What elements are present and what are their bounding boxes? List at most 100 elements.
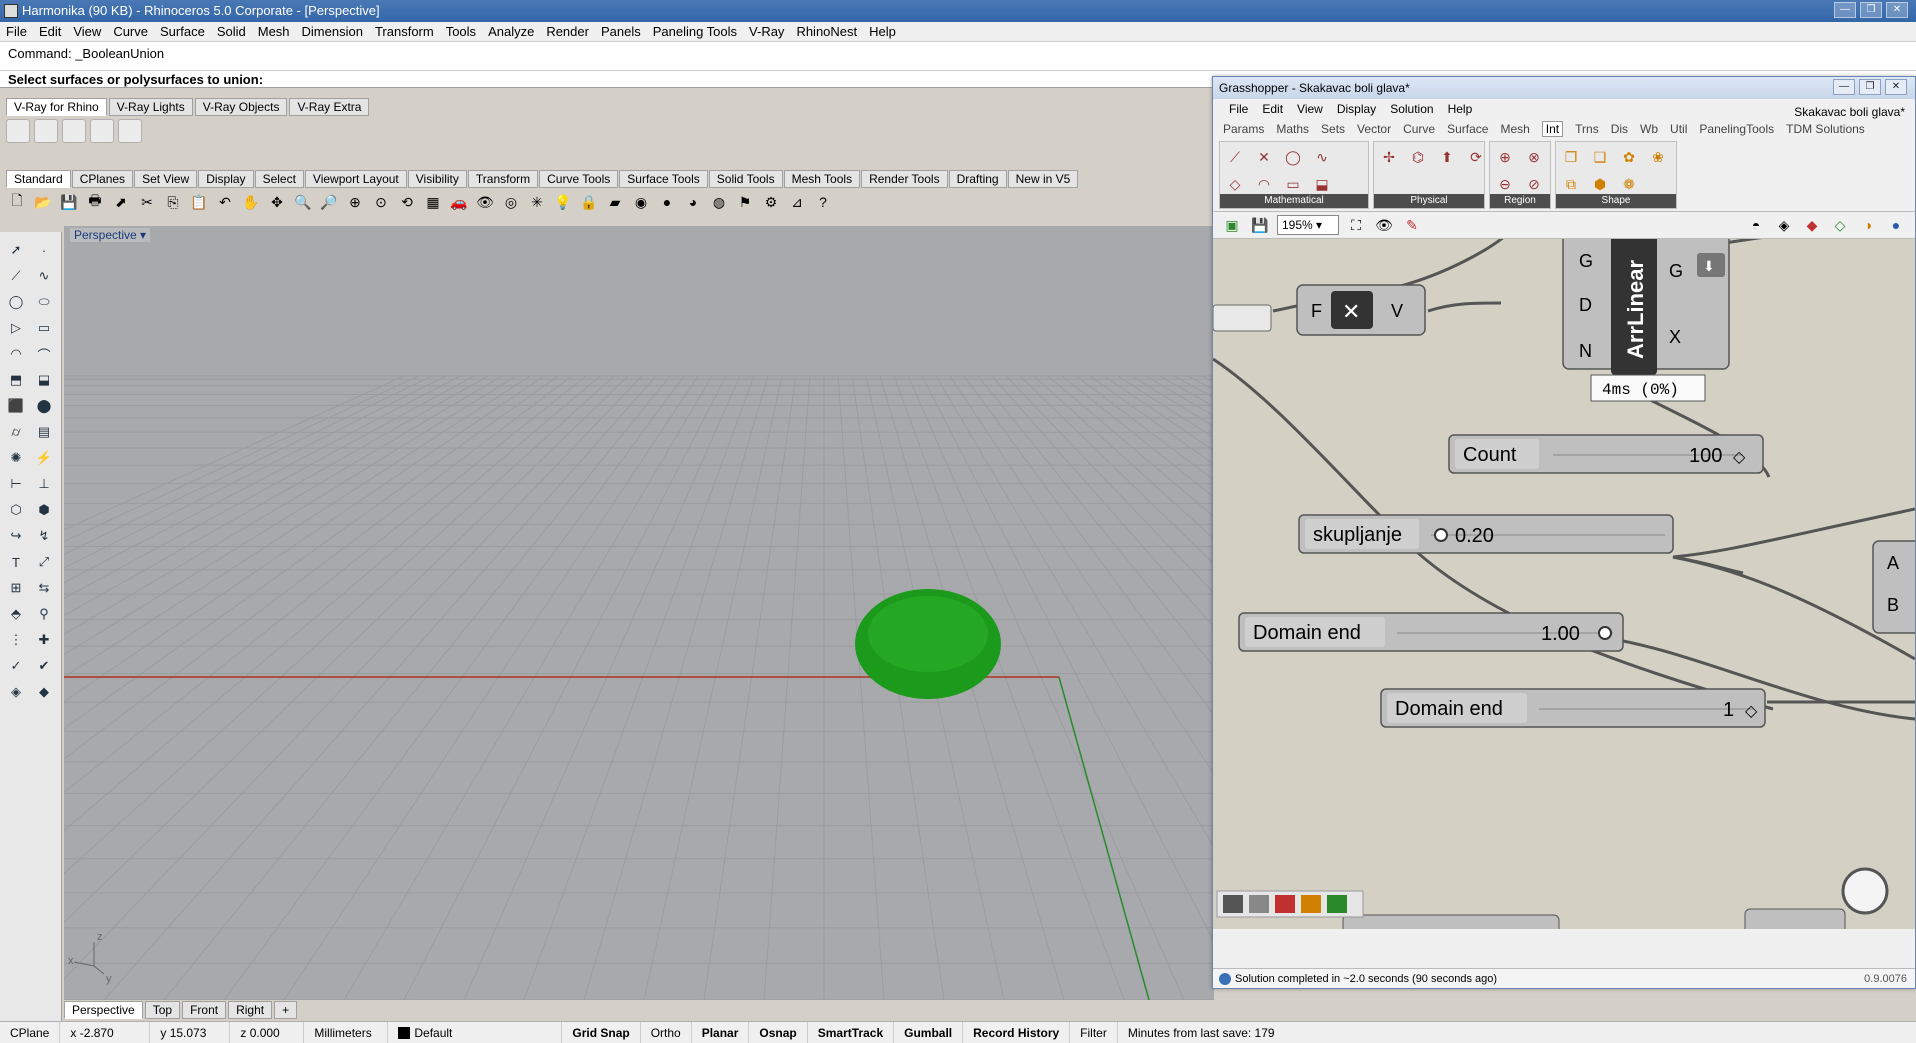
render-tool-icon[interactable]: ⚡ [32, 446, 56, 470]
gh-zoom-extents-icon[interactable]: ⛶ [1345, 214, 1367, 236]
tab-cplanes[interactable]: CPlanes [71, 170, 134, 188]
open-file-icon[interactable]: 📂 [32, 191, 54, 213]
menu-curve[interactable]: Curve [113, 24, 148, 39]
gh-tab-surface[interactable]: Surface [1447, 122, 1488, 136]
car-icon[interactable]: 🚗 [448, 191, 470, 213]
render-preview-icon[interactable]: ● [656, 191, 678, 213]
check-icon[interactable]: ✓ [4, 654, 28, 678]
gh-skupljanje-handle-icon[interactable] [1434, 528, 1448, 542]
gh-menu-help[interactable]: Help [1448, 102, 1473, 116]
gh-widget-download-icon[interactable] [1223, 895, 1243, 913]
status-layer[interactable]: Default [388, 1021, 563, 1043]
new-file-icon[interactable]: 🗋 [6, 191, 28, 213]
light-icon[interactable]: 💡 [552, 191, 574, 213]
gh-save-icon[interactable]: 💾 [1249, 214, 1271, 236]
gh-skupljanje-value[interactable]: 0.20 [1455, 525, 1494, 547]
gh-arrlinear-output-x[interactable]: X [1669, 327, 1681, 347]
extrude-component-icon[interactable]: ⬆ [1435, 145, 1459, 169]
menu-rhinonest[interactable]: RhinoNest [796, 24, 857, 39]
show-icon[interactable]: ◎ [500, 191, 522, 213]
gh-sphere-preview-icon[interactable]: ● [1885, 214, 1907, 236]
box-icon[interactable]: ⬛ [4, 394, 28, 418]
gh-domain-end-slider-1[interactable]: Domain end 1.00 [1238, 612, 1624, 652]
zoom-extents-icon[interactable]: ⊕ [344, 191, 366, 213]
dimension-tool-icon[interactable]: ⊢ [4, 472, 28, 496]
gh-widget-cluster-icon[interactable] [1301, 895, 1321, 913]
array-icon[interactable]: ⊞ [4, 576, 28, 600]
rotate-view-icon[interactable]: ✥ [266, 191, 288, 213]
options-icon[interactable]: ⚙ [760, 191, 782, 213]
print-icon[interactable]: 🖶 [84, 191, 106, 213]
gh-partial-component-right[interactable]: A B [1872, 540, 1915, 634]
gh-negate-input-f[interactable]: F [1311, 301, 1322, 321]
array-grid-icon[interactable]: ⋮ [4, 628, 28, 652]
select-arrow-icon[interactable]: ➚ [4, 238, 28, 262]
gh-tab-util[interactable]: Util [1670, 122, 1687, 136]
mesh-icon[interactable]: ▤ [32, 420, 56, 444]
text-tool-icon[interactable]: ⊥ [32, 472, 56, 496]
tab-render-tools[interactable]: Render Tools [861, 170, 948, 188]
gh-negate-component[interactable]: F ✕ V [1296, 284, 1426, 336]
toggle-smarttrack[interactable]: SmartTrack [808, 1021, 895, 1043]
copy-icon[interactable]: ⎘ [162, 191, 184, 213]
menu-vray[interactable]: V-Ray [749, 24, 784, 39]
light-tool-icon[interactable]: ✺ [4, 446, 28, 470]
gh-menu-solution[interactable]: Solution [1390, 102, 1433, 116]
tab-transform[interactable]: Transform [467, 170, 539, 188]
solid-union-icon[interactable]: ❐ [1559, 145, 1583, 169]
gh-document-name[interactable]: Skakavac boli glava* [1794, 105, 1905, 119]
tab-surface-tools[interactable]: Surface Tools [619, 170, 708, 188]
gh-menu-edit[interactable]: Edit [1262, 102, 1283, 116]
save-icon[interactable]: 💾 [58, 191, 80, 213]
region-intersect-icon[interactable]: ⊗ [1522, 145, 1546, 169]
solid-edit-icon[interactable]: ⬘ [4, 602, 28, 626]
gh-sketch-icon[interactable]: ✎ [1401, 214, 1423, 236]
snap-icon[interactable]: ✳ [526, 191, 548, 213]
solid-intersect-icon[interactable]: ❑ [1588, 145, 1612, 169]
gh-menu-display[interactable]: Display [1337, 102, 1376, 116]
tab-vray-objects[interactable]: V-Ray Objects [194, 98, 288, 116]
status-units[interactable]: Millimeters [304, 1021, 389, 1043]
history-icon[interactable]: ✔ [32, 654, 56, 678]
ungroup-icon[interactable]: ⬢ [32, 498, 56, 522]
tab-top[interactable]: Top [144, 1001, 181, 1019]
menu-surface[interactable]: Surface [160, 24, 205, 39]
chevron-down-icon[interactable]: ▾ [140, 228, 146, 242]
tab-solid-tools[interactable]: Solid Tools [708, 170, 783, 188]
boolean-icon[interactable]: ⬤ [32, 394, 56, 418]
shape-split-icon[interactable]: ❀ [1646, 145, 1670, 169]
vray-frame-buffer-icon[interactable] [90, 119, 114, 143]
sweep-component-icon[interactable]: ✢ [1377, 145, 1401, 169]
gh-skupljanje-slider[interactable]: skupljanje 0.20 [1298, 514, 1674, 554]
gh-partial-node-left[interactable] [1213, 304, 1272, 332]
shape-blob-icon[interactable]: ✿ [1617, 145, 1641, 169]
gh-tab-sets[interactable]: Sets [1321, 122, 1345, 136]
add-viewport-icon[interactable]: + [274, 1001, 298, 1019]
solid-trim-icon[interactable]: ⬢ [1588, 172, 1612, 196]
gh-wireframe-icon[interactable]: ◈ [1773, 214, 1795, 236]
fillet-curve-icon[interactable]: ⌒ [32, 342, 56, 366]
surface-component-icon[interactable]: ⬓ [1310, 172, 1334, 196]
tab-vray-lights[interactable]: V-Ray Lights [108, 98, 193, 116]
gh-count-value[interactable]: 100 [1689, 445, 1722, 467]
gh-tab-int[interactable]: Int [1541, 121, 1564, 137]
circle-component-icon[interactable]: ◯ [1281, 145, 1305, 169]
scale-icon[interactable]: ⤢ [32, 550, 56, 574]
gh-arrlinear-input-g[interactable]: G [1579, 251, 1593, 271]
arc-icon[interactable]: ◠ [4, 342, 28, 366]
vray-options-icon[interactable] [6, 119, 30, 143]
menu-render[interactable]: Render [546, 24, 589, 39]
gh-count-slider[interactable]: Count 100 ◇ [1448, 434, 1764, 474]
dimension-icon[interactable]: ⊿ [786, 191, 808, 213]
arc-component-icon[interactable]: ◠ [1252, 172, 1276, 196]
revolve-component-icon[interactable]: ⟳ [1464, 145, 1488, 169]
menu-dimension[interactable]: Dimension [302, 24, 363, 39]
zoom-previous-icon[interactable]: ⟲ [396, 191, 418, 213]
gh-preview-eye-icon[interactable]: 👁 [1373, 214, 1395, 236]
tab-right[interactable]: Right [228, 1001, 273, 1019]
gh-domain-end-2-value[interactable]: 1 [1723, 699, 1734, 721]
point-icon[interactable]: · [32, 238, 56, 262]
gh-menu-view[interactable]: View [1297, 102, 1323, 116]
gh-tab-maths[interactable]: Maths [1276, 122, 1309, 136]
vray-render-icon[interactable] [34, 119, 58, 143]
